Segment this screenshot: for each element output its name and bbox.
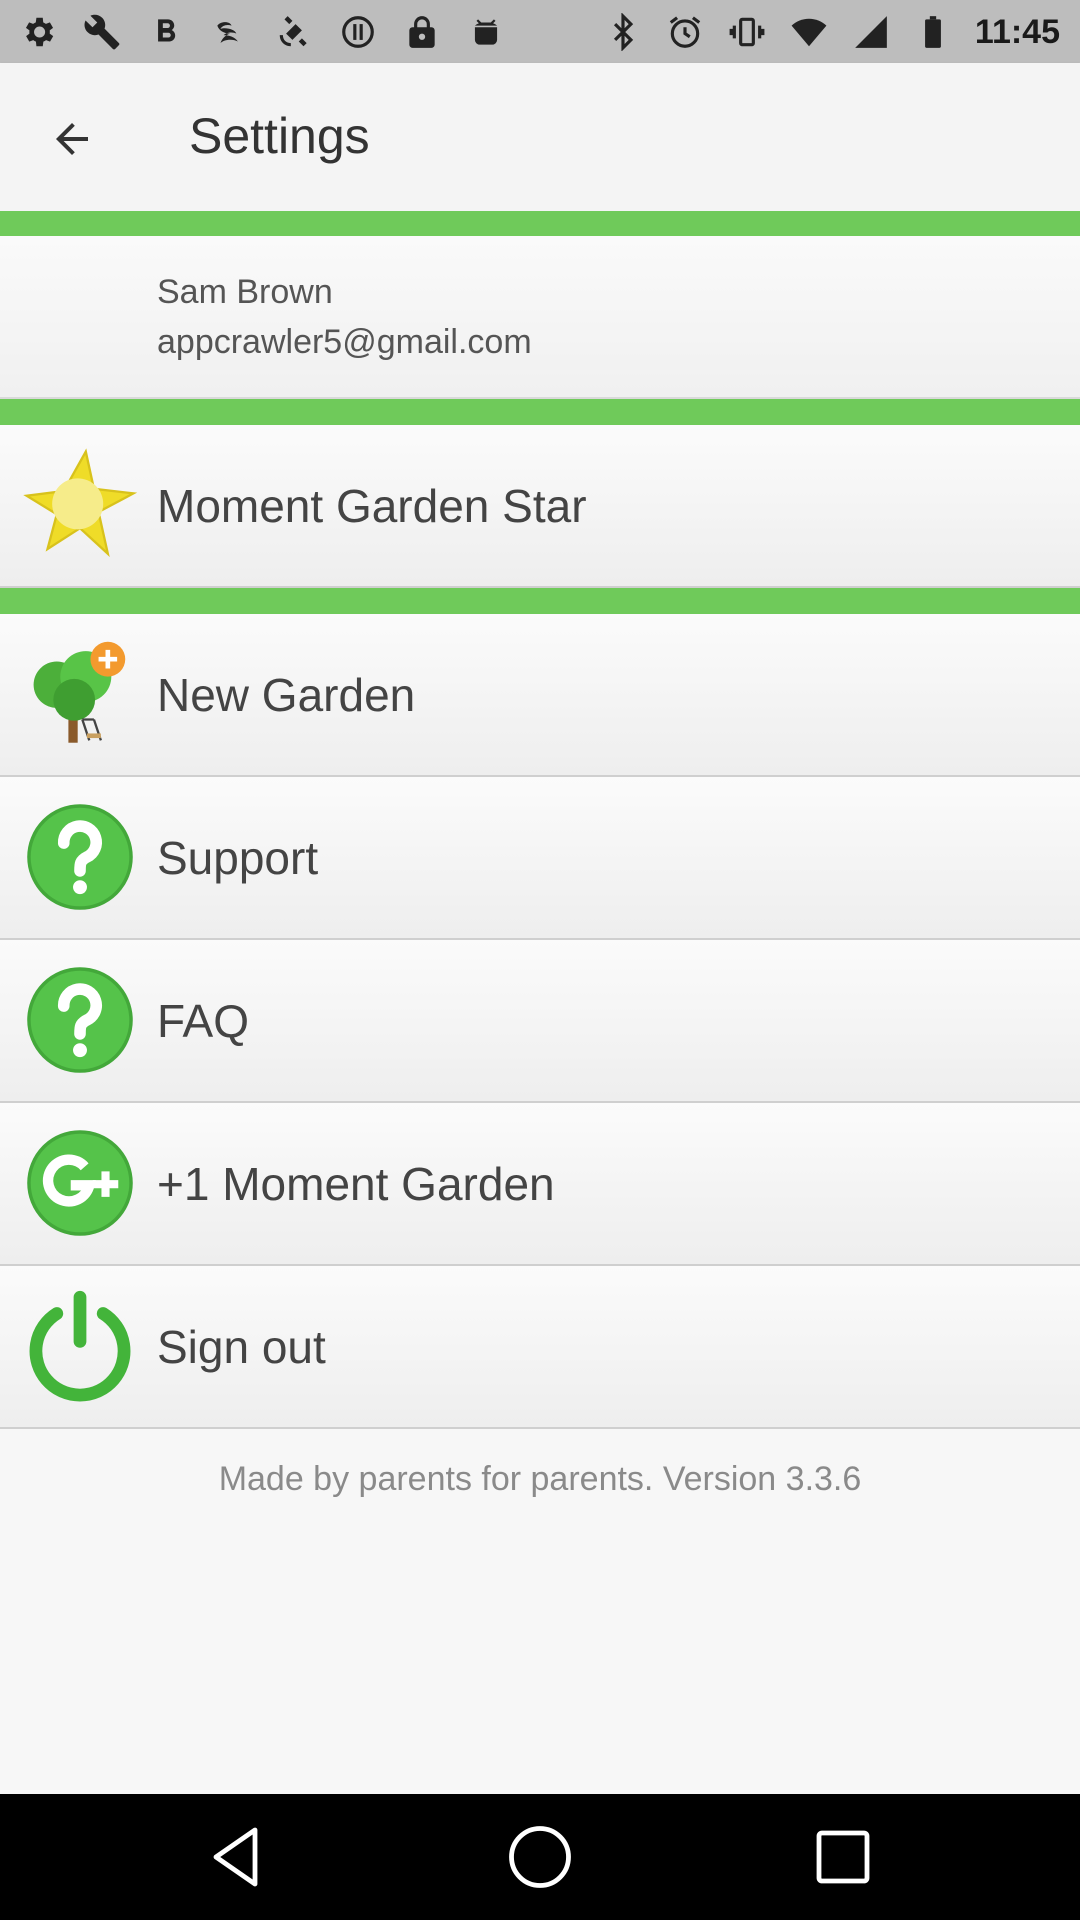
green-divider [0, 588, 1080, 614]
account-info[interactable]: Sam Brown appcrawler5@gmail.com [0, 236, 1080, 399]
power-icon [22, 1288, 138, 1404]
menu-item-sign-out[interactable]: Sign out [0, 1266, 1080, 1429]
green-divider [0, 211, 1080, 237]
menu-item-plus-one[interactable]: +1 Moment Garden [0, 1103, 1080, 1266]
help-icon [22, 799, 138, 915]
nav-recents-button[interactable] [803, 1817, 883, 1897]
android-icon [466, 12, 506, 52]
app-bar: Settings [0, 63, 1080, 212]
menu-item-label: Support [157, 831, 319, 884]
help-icon [22, 962, 138, 1078]
bold-icon [146, 12, 186, 52]
back-button[interactable] [32, 99, 112, 179]
star-icon [22, 447, 138, 563]
menu-item-moment-garden-star[interactable]: Moment Garden Star [0, 425, 1080, 588]
status-left-icons [18, 10, 506, 54]
status-time: 11:45 [974, 12, 1060, 51]
page-title: Settings [189, 108, 370, 164]
menu-item-support[interactable]: Support [0, 777, 1080, 940]
tree-add-icon [22, 636, 138, 752]
menu-item-label: Moment Garden Star [157, 479, 587, 532]
flash-icon [210, 12, 250, 52]
google-plus-icon [22, 1125, 138, 1241]
satellite-icon [274, 12, 314, 52]
wrench-icon [82, 12, 122, 52]
nav-home-button[interactable] [500, 1817, 580, 1897]
menu-item-label: New Garden [157, 668, 416, 721]
status-bar: 11:45 [0, 0, 1080, 63]
menu-item-faq[interactable]: FAQ [0, 940, 1080, 1103]
version-text: Made by parents for parents. Version 3.3… [218, 1460, 862, 1498]
square-recents-icon [816, 1830, 870, 1884]
menu-item-label: +1 Moment Garden [157, 1157, 555, 1210]
menu-item-new-garden[interactable]: New Garden [0, 614, 1080, 777]
green-divider [0, 399, 1080, 425]
account-name: Sam Brown [157, 273, 333, 311]
status-right-icons: 11:45 [603, 10, 1060, 54]
system-nav-bar [0, 1794, 1080, 1920]
alarm-icon [665, 12, 705, 52]
vibrate-icon [727, 12, 767, 52]
menu-item-label: FAQ [157, 994, 250, 1047]
lock-icon [402, 12, 442, 52]
record-icon [338, 12, 378, 52]
back-arrow-icon [56, 123, 88, 155]
triangle-back-icon [213, 1827, 258, 1887]
circle-home-icon [509, 1826, 571, 1888]
nav-back-button[interactable] [197, 1817, 277, 1897]
battery-icon [913, 12, 953, 52]
account-email: appcrawler5@gmail.com [157, 323, 532, 361]
wifi-icon [789, 12, 829, 52]
menu-item-label: Sign out [157, 1320, 326, 1373]
bluetooth-icon [603, 12, 643, 52]
settings-icon [18, 12, 58, 52]
cellular-icon [851, 12, 891, 52]
